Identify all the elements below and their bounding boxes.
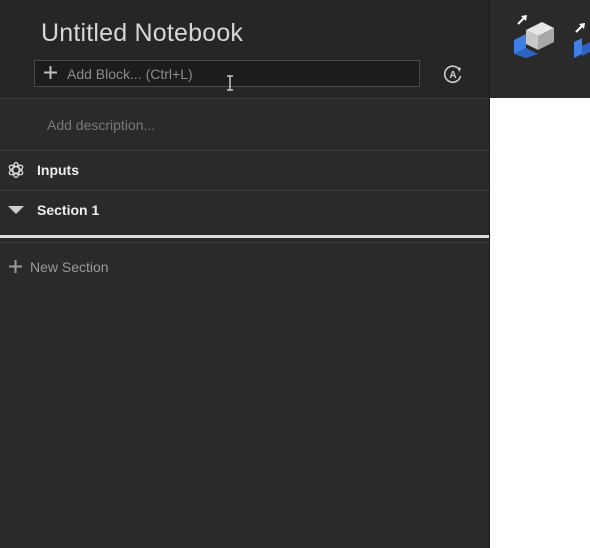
divider-line: [0, 242, 489, 243]
new-section-label: New Section: [30, 259, 109, 275]
plus-icon: [9, 260, 22, 273]
section-1-label: Section 1: [37, 202, 100, 218]
auto-run-icon[interactable]: A: [443, 64, 463, 84]
notebook-title[interactable]: Untitled Notebook: [41, 19, 243, 48]
tool-bar: [490, 0, 590, 98]
inputs-label: Inputs: [37, 162, 79, 178]
description-field[interactable]: Add description...: [47, 117, 155, 133]
section-divider: [0, 235, 489, 238]
text-cursor-icon: [227, 75, 233, 91]
plus-icon: [44, 66, 57, 79]
svg-text:A: A: [449, 70, 456, 81]
openai-icon: [8, 161, 24, 179]
extrude-block-icon[interactable]: [512, 12, 560, 58]
triangle-down-icon[interactable]: [6, 200, 26, 220]
inputs-row[interactable]: Inputs: [0, 150, 489, 189]
section-1-row[interactable]: Section 1: [0, 190, 489, 229]
add-block-placeholder: Add Block... (Ctrl+L): [67, 66, 193, 82]
notebook-header: Untitled Notebook Add Block... (Ctrl+L) …: [0, 0, 489, 99]
extrude-profile-icon[interactable]: [574, 20, 590, 60]
notebook-panel: Untitled Notebook Add Block... (Ctrl+L) …: [0, 0, 490, 548]
